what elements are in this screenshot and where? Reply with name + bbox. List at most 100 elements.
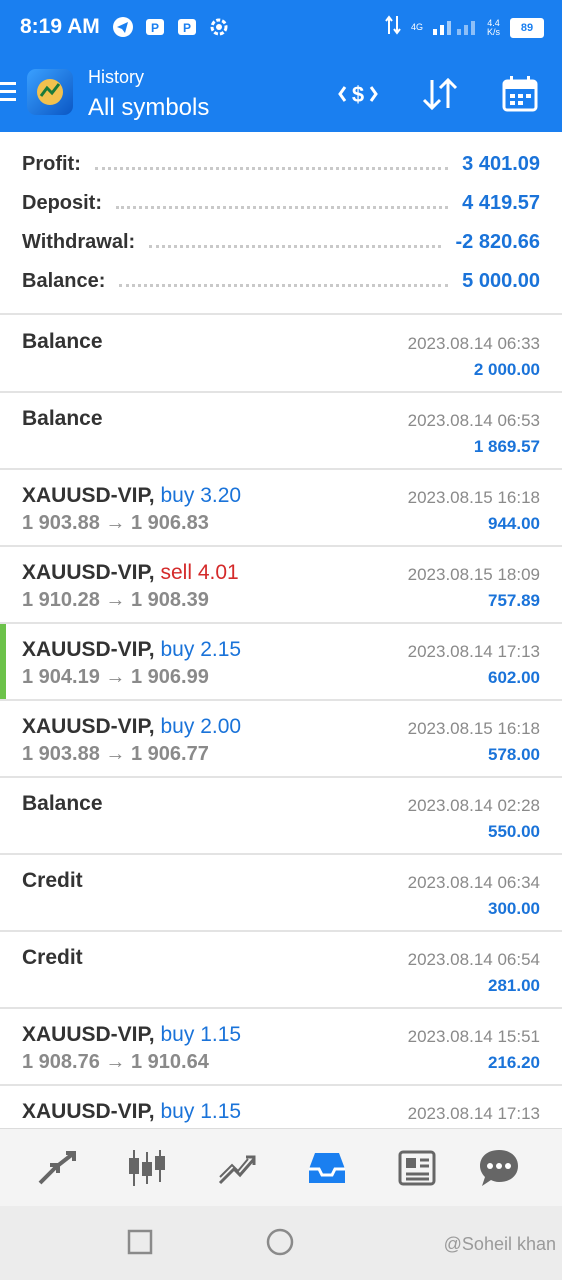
deal-time: 2023.08.14 17:13: [407, 1104, 540, 1123]
network-speed-unit: K/s: [486, 26, 500, 37]
deal-time: 2023.08.15 16:18: [407, 488, 540, 507]
summary-value: 4 419.57: [462, 191, 540, 214]
deal-amount: 216.20: [488, 1053, 540, 1072]
history-row[interactable]: Balance 2023.08.14 06:33 2 000.00: [0, 316, 562, 393]
deal-amount: 578.00: [488, 745, 540, 764]
deal-title: XAUUSD-VIP, buy 2.00: [22, 715, 241, 739]
deal-side: sell 4.01: [160, 561, 239, 584]
deal-symbol: XAUUSD-VIP,: [22, 1100, 155, 1123]
summary-label: Balance:: [22, 269, 106, 292]
deal-amount: 550.00: [488, 822, 540, 841]
summary-value: -2 820.66: [455, 230, 540, 253]
screen-title[interactable]: All symbols: [88, 94, 209, 122]
deal-prices: 1 903.88 → 1 906.83: [22, 512, 209, 534]
summary-label: Profit:: [22, 152, 81, 175]
deal-amount: 944.00: [488, 514, 540, 533]
telegram-icon: [112, 16, 134, 38]
dotted-leader: [116, 198, 449, 209]
summary-deposit-row: Deposit: 4 419.57: [22, 188, 540, 218]
history-row-selected[interactable]: XAUUSD-VIP, buy 2.15 1 904.19 → 1 906.99…: [0, 624, 562, 701]
status-bar: 8:19 AM P P 4G 4.4 K/s 89: [0, 0, 562, 56]
history-icon[interactable]: [304, 1145, 350, 1191]
history-row-partial[interactable]: XAUUSD-VIP, buy 1.15 2023.08.14 17:13: [0, 1086, 562, 1128]
deal-prices: 1 903.88 → 1 906.77: [22, 743, 209, 765]
deal-side: buy 3.20: [160, 484, 242, 507]
deal-amount: 757.89: [488, 591, 540, 610]
deal-amount: 281.00: [488, 976, 540, 995]
history-summary: Profit: 3 401.09 Deposit: 4 419.57 Withd…: [0, 132, 562, 312]
home-circle-icon[interactable]: [262, 1224, 298, 1260]
svg-text:P: P: [151, 21, 159, 35]
system-navigation-bar: @Soheil khan: [0, 1206, 562, 1280]
deal-time: 2023.08.14 02:28: [407, 796, 540, 815]
deal-title: Balance: [22, 407, 103, 431]
history-row[interactable]: XAUUSD-VIP, buy 3.20 1 903.88 → 1 906.83…: [0, 470, 562, 547]
parking-app-icon: P: [144, 16, 166, 38]
deal-side: buy 2.00: [160, 715, 242, 738]
news-icon[interactable]: [394, 1145, 440, 1191]
sort-icon[interactable]: [418, 74, 462, 114]
deal-symbol: Credit: [22, 946, 83, 969]
history-row[interactable]: Balance 2023.08.14 02:28 550.00: [0, 778, 562, 855]
history-row[interactable]: Credit 2023.08.14 06:34 300.00: [0, 855, 562, 932]
trade-icon[interactable]: [214, 1145, 260, 1191]
chat-icon[interactable]: [476, 1145, 522, 1191]
deal-title: XAUUSD-VIP, buy 3.20: [22, 484, 241, 508]
deal-title: Balance: [22, 792, 103, 816]
deal-symbol: XAUUSD-VIP,: [22, 484, 155, 507]
deal-symbol: XAUUSD-VIP,: [22, 561, 155, 584]
summary-label: Deposit:: [22, 191, 102, 214]
deal-amount: 602.00: [488, 668, 540, 687]
signal-icon: [432, 15, 477, 40]
deal-time: 2023.08.15 18:09: [407, 565, 540, 584]
deal-amount: 2 000.00: [473, 360, 540, 379]
dotted-leader: [149, 237, 442, 248]
deal-time: 2023.08.14 17:13: [407, 642, 540, 661]
dotted-leader: [94, 159, 449, 170]
deal-time: 2023.08.14 06:54: [407, 950, 540, 969]
summary-label: Withdrawal:: [22, 230, 136, 253]
status-notification-icons: P P: [112, 16, 230, 38]
deal-side: buy 2.15: [160, 638, 242, 661]
deal-title: XAUUSD-VIP, sell 4.01: [22, 561, 239, 585]
history-row[interactable]: XAUUSD-VIP, buy 1.15 1 908.76 → 1 910.64…: [0, 1009, 562, 1086]
history-row[interactable]: XAUUSD-VIP, sell 4.01 1 910.28 → 1 908.3…: [0, 547, 562, 624]
deal-symbol: XAUUSD-VIP,: [22, 1023, 155, 1046]
deal-title: Credit: [22, 869, 83, 893]
battery-icon: 89: [510, 17, 544, 38]
deal-title: XAUUSD-VIP, buy 1.15: [22, 1023, 241, 1047]
deal-symbol: XAUUSD-VIP,: [22, 638, 155, 661]
menu-icon[interactable]: [0, 82, 16, 104]
selection-indicator: [0, 624, 6, 699]
deal-symbol: Credit: [22, 869, 83, 892]
quotes-icon[interactable]: [34, 1145, 80, 1191]
deal-time: 2023.08.15 16:18: [407, 719, 540, 738]
bottom-navigation: [0, 1128, 562, 1207]
history-row[interactable]: Balance 2023.08.14 06:53 1 869.57: [0, 393, 562, 470]
deal-time: 2023.08.14 06:53: [407, 411, 540, 430]
app-bar: History All symbols $: [0, 56, 562, 132]
network-speed: 4.4 K/s: [486, 18, 500, 37]
deal-prices: 1 904.19 → 1 906.99: [22, 666, 209, 688]
deal-symbol: Balance: [22, 407, 103, 430]
history-row[interactable]: Credit 2023.08.14 06:54 281.00: [0, 932, 562, 1009]
svg-text:P: P: [183, 21, 191, 35]
status-system-icons: 4G 4.4 K/s 89: [385, 14, 544, 41]
settings-gear-icon: [208, 16, 230, 38]
summary-profit-row: Profit: 3 401.09: [22, 149, 540, 179]
deal-title: XAUUSD-VIP, buy 1.15: [22, 1100, 241, 1124]
screen-subtitle: History: [88, 67, 145, 87]
deal-symbol: XAUUSD-VIP,: [22, 715, 155, 738]
watermark-text: @Soheil khan: [443, 1234, 556, 1254]
status-time: 8:19 AM: [20, 15, 100, 38]
deal-prices: 1 910.28 → 1 908.39: [22, 589, 209, 611]
deposit-withdrawal-filter-icon[interactable]: $: [336, 74, 380, 114]
calendar-icon[interactable]: [498, 74, 542, 114]
parking-app-icon-2: P: [176, 16, 198, 38]
recents-square-icon[interactable]: [122, 1224, 158, 1260]
deal-symbol: Balance: [22, 792, 103, 815]
summary-withdrawal-row: Withdrawal: -2 820.66: [22, 227, 540, 257]
history-row[interactable]: XAUUSD-VIP, buy 2.00 1 903.88 → 1 906.77…: [0, 701, 562, 778]
deal-time: 2023.08.14 06:34: [407, 873, 540, 892]
chart-icon[interactable]: [124, 1145, 170, 1191]
